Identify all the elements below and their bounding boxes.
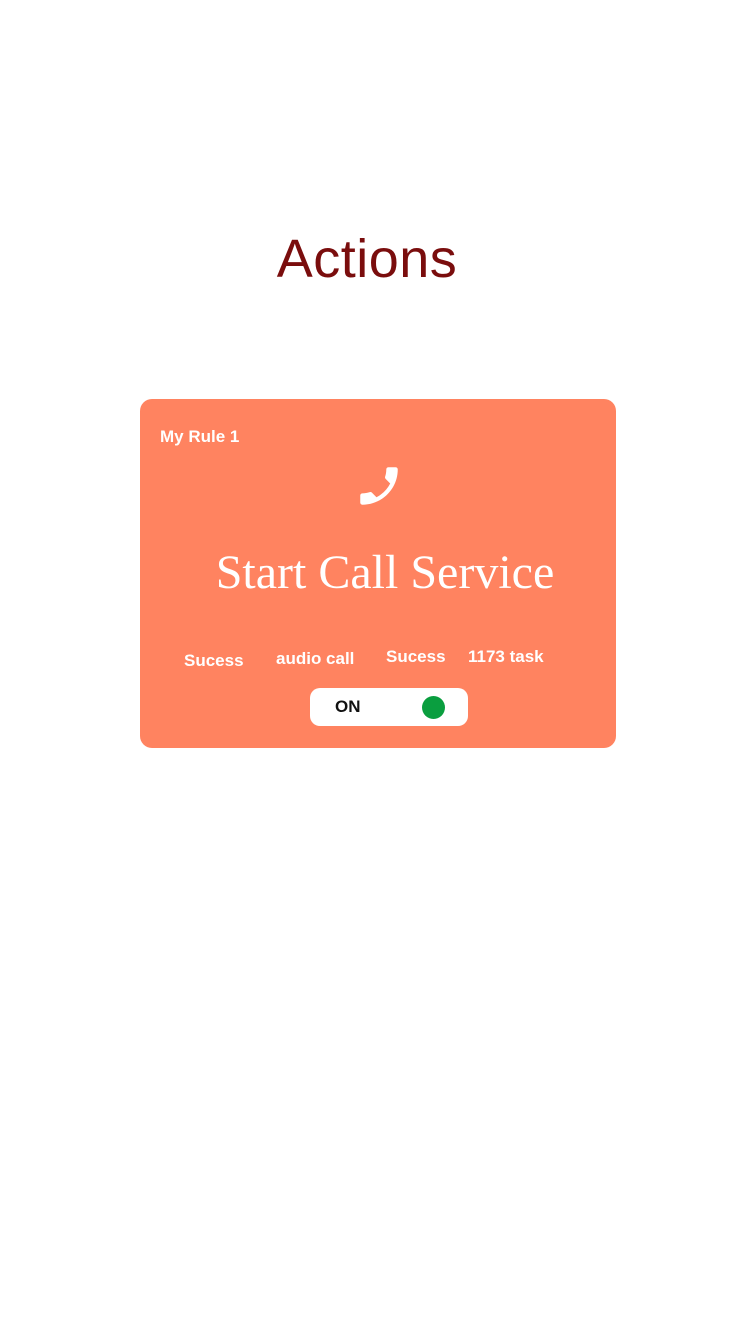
status-label: Sucess (184, 651, 244, 670)
page-title: Actions (276, 229, 458, 289)
rule-name: My Rule 1 (160, 427, 240, 446)
status-label: Sucess (386, 647, 446, 666)
service-title: Start Call Service (215, 546, 555, 599)
rule-card[interactable]: My Rule 1 Start Call Service Sucess audi… (140, 399, 616, 748)
toggle-label: ON (335, 697, 361, 716)
task-count-label: 1173 task (468, 647, 544, 666)
call-type-label: audio call (276, 649, 355, 668)
on-off-toggle[interactable]: ON (310, 688, 468, 726)
phone-icon (360, 467, 398, 505)
toggle-knob[interactable] (422, 696, 445, 719)
